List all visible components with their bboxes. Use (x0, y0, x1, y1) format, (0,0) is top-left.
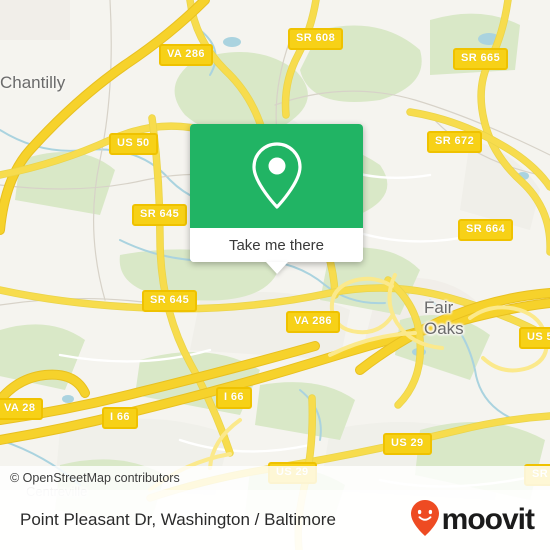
shield-va-286-south[interactable]: VA 286 (286, 311, 340, 333)
moovit-wordmark: moovit (441, 503, 535, 536)
moovit-brand[interactable]: moovit (410, 499, 550, 542)
location-callout-card[interactable]: Take me there (190, 124, 363, 274)
shield-sr-665[interactable]: SR 665 (453, 48, 509, 70)
moovit-smiley-pin-icon (410, 499, 440, 542)
shield-sr-664[interactable]: SR 664 (458, 219, 514, 241)
take-me-there-button[interactable]: Take me there (190, 228, 363, 262)
bottom-bar: Point Pleasant Dr, Washington / Baltimor… (0, 490, 550, 550)
shield-sr-672[interactable]: SR 672 (427, 131, 483, 153)
place-label-chantilly: Chantilly (0, 73, 66, 92)
location-title: Point Pleasant Dr, Washington / Baltimor… (20, 510, 336, 529)
shield-us-29-east[interactable]: US 29 (383, 433, 432, 455)
map-attribution: © OpenStreetMap contributors (0, 466, 550, 490)
card-pointer-tail (265, 262, 288, 274)
shield-va-286-north[interactable]: VA 286 (159, 44, 213, 66)
map-screen: .wood{fill:#d9e8c7;} .resid{fill:#eceae4… (0, 0, 550, 550)
shield-va-28[interactable]: VA 28 (0, 398, 44, 420)
shield-i-66-west[interactable]: I 66 (102, 407, 138, 429)
shield-sr-645-north[interactable]: SR 645 (132, 204, 188, 226)
location-pin-icon (248, 139, 306, 213)
shield-us-50-east[interactable]: US 50 (519, 327, 550, 349)
shield-sr-645-south[interactable]: SR 645 (142, 290, 198, 312)
shield-i-66-east[interactable]: I 66 (216, 387, 252, 409)
shield-us-50[interactable]: US 50 (109, 133, 158, 155)
place-label-fair-oaks: Fair Oaks (424, 298, 464, 338)
shield-sr-608[interactable]: SR 608 (288, 28, 344, 50)
take-me-there-label: Take me there (228, 236, 325, 254)
card-header (190, 124, 363, 228)
